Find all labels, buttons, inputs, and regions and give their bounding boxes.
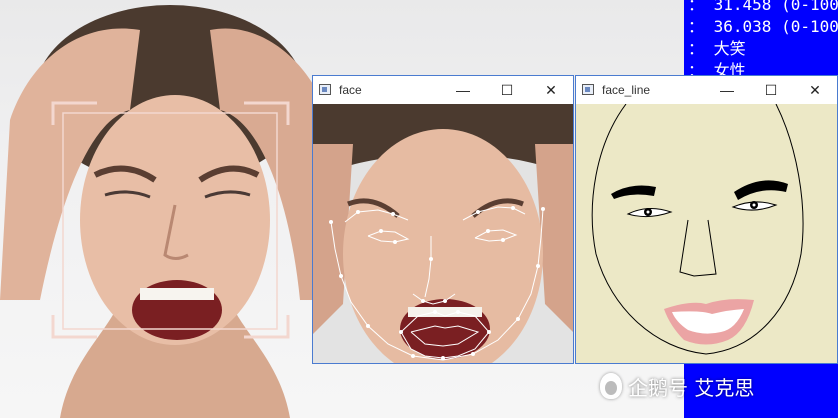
app-icon bbox=[582, 84, 594, 95]
maximize-button[interactable]: ☐ bbox=[485, 76, 529, 104]
close-button[interactable]: ✕ bbox=[529, 76, 573, 104]
window-title: face_line bbox=[602, 83, 651, 97]
penguin-logo-icon bbox=[600, 373, 622, 399]
minimize-button[interactable]: — bbox=[441, 76, 485, 104]
app-icon bbox=[319, 84, 331, 95]
console-line: ： 36.038 (0-100 bbox=[688, 17, 838, 36]
face-line-drawing bbox=[576, 104, 837, 363]
watermark: 企鹅号 艾克思 bbox=[600, 368, 836, 404]
face-line-window-titlebar[interactable]: face_line — ☐ ✕ bbox=[576, 76, 837, 104]
watermark-text: 企鹅号 艾克思 bbox=[628, 375, 755, 400]
console-line: ： 31.458 (0-100 bbox=[688, 0, 838, 14]
window-title: face bbox=[339, 83, 362, 97]
minimize-button[interactable]: — bbox=[705, 76, 749, 104]
face-window[interactable]: face — ☐ ✕ bbox=[312, 75, 574, 364]
maximize-button[interactable]: ☐ bbox=[749, 76, 793, 104]
face-landmarks-view bbox=[313, 104, 573, 363]
face-line-canvas bbox=[576, 104, 837, 363]
face-line-window[interactable]: face_line — ☐ ✕ bbox=[575, 75, 838, 364]
close-button[interactable]: ✕ bbox=[793, 76, 837, 104]
landmark-image bbox=[313, 104, 573, 363]
face-window-titlebar[interactable]: face — ☐ ✕ bbox=[313, 76, 573, 104]
console-line: ： 大笑 bbox=[688, 39, 746, 58]
